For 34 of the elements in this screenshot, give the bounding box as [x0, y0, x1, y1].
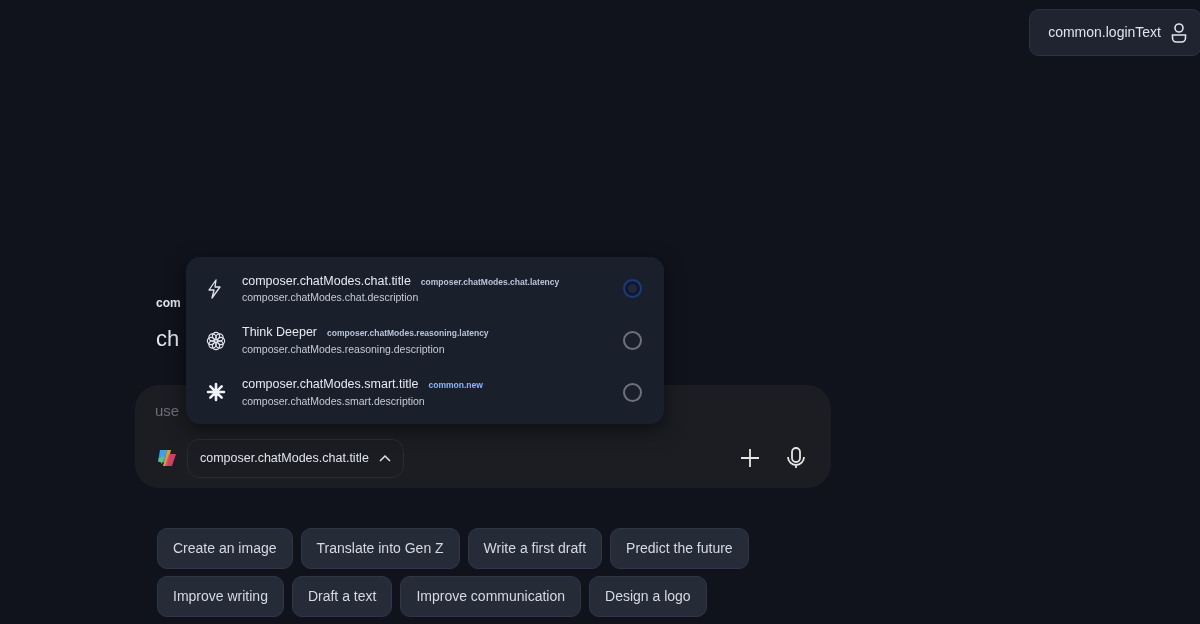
mode-title: composer.chatModes.chat.title	[242, 272, 411, 290]
caret-icon	[378, 454, 391, 463]
user-icon	[1171, 22, 1187, 43]
suggestion-chip[interactable]: Improve writing	[157, 576, 284, 617]
radio-button[interactable]	[623, 279, 642, 299]
greeting-subtitle: com	[156, 295, 181, 312]
mode-description: composer.chatModes.chat.description	[242, 290, 420, 306]
microphone-icon	[785, 446, 807, 471]
plus-icon	[739, 447, 761, 470]
mode-description: composer.chatModes.smart.description	[242, 393, 426, 409]
mode-description: composer.chatModes.reasoning.description	[242, 342, 446, 357]
suggestion-chip[interactable]: Translate into Gen Z	[300, 528, 460, 569]
mode-title: composer.chatModes.smart.title	[242, 375, 419, 393]
mode-option[interactable]: composer.chatModes.chat.title composer.chatModes.chat.latency composer.chatModes.chat.description	[186, 263, 664, 315]
mode-tag: common.new	[428, 378, 483, 392]
mode-button[interactable]: composer.chatModes.chat.title	[187, 439, 404, 478]
greeting-title: ch	[156, 325, 180, 353]
mode-tag: composer.chatModes.reasoning.latency	[327, 327, 489, 340]
mode-title: Think Deeper	[242, 324, 318, 342]
suggestion-chip[interactable]: Improve communication	[400, 576, 581, 617]
radio-button[interactable]	[623, 382, 642, 402]
radio-button[interactable]	[623, 331, 642, 350]
suggestion-chip[interactable]: Draft a text	[291, 576, 393, 617]
mode-option[interactable]: Think Deeper composer.chatModes.reasoning.latency composer.chatModes.reasoning.description	[186, 314, 664, 367]
spark-icon	[206, 382, 226, 403]
suggestion-chip[interactable]: Design a logo	[589, 576, 707, 617]
suggestion-chip[interactable]: Predict the future	[610, 528, 749, 569]
mode-tag: composer.chatModes.chat.latency	[420, 275, 560, 289]
flower-icon	[206, 330, 226, 351]
login-button[interactable]: common.loginText	[1029, 9, 1200, 56]
mode-option[interactable]: composer.chatModes.smart.title common.new composer.chatModes.smart.description	[186, 366, 664, 418]
suggestion-chip[interactable]: Create an image	[157, 528, 293, 569]
message-input[interactable]: use	[155, 400, 183, 423]
suggestion-chip[interactable]: Write a first draft	[467, 528, 603, 569]
